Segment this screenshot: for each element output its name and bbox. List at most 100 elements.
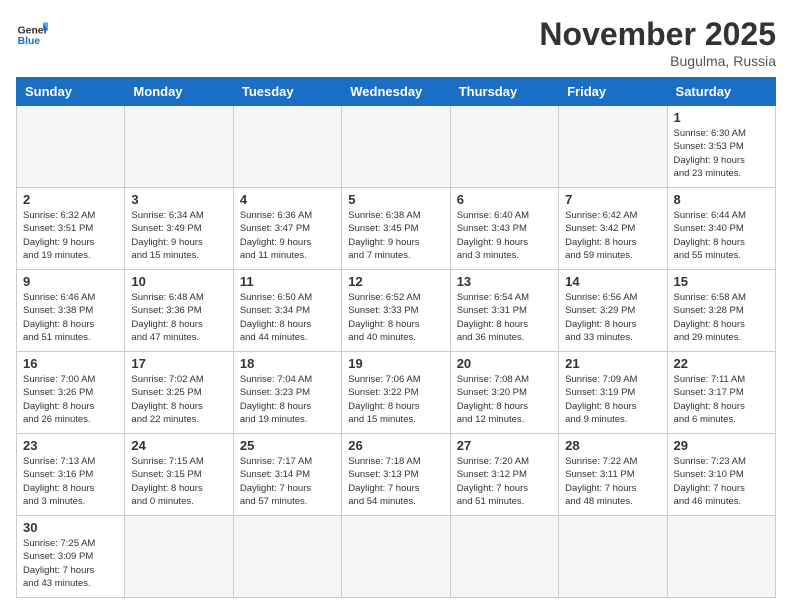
day-info: Sunrise: 7:18 AM Sunset: 3:13 PM Dayligh…	[348, 455, 443, 508]
day-info: Sunrise: 6:38 AM Sunset: 3:45 PM Dayligh…	[348, 209, 443, 262]
day-info: Sunrise: 7:00 AM Sunset: 3:26 PM Dayligh…	[23, 373, 118, 426]
day-info: Sunrise: 6:58 AM Sunset: 3:28 PM Dayligh…	[674, 291, 769, 344]
calendar-cell: 2Sunrise: 6:32 AM Sunset: 3:51 PM Daylig…	[17, 188, 125, 270]
calendar-cell: 12 Sunrise: 6:52 AM Sunset: 3:33 PM Dayli…	[342, 270, 450, 352]
day-info: Sunrise: 6:52 AM Sunset: 3:33 PM Dayligh…	[348, 291, 443, 344]
day-number: 23	[23, 438, 118, 453]
day-number: 18	[240, 356, 335, 371]
day-info: Sunrise: 7:02 AM Sunset: 3:25 PM Dayligh…	[131, 373, 226, 426]
day-header-wednesday: Wednesday	[342, 78, 450, 106]
day-header-tuesday: Tuesday	[233, 78, 341, 106]
day-number: 12	[348, 274, 443, 289]
week-row-4: 16 Sunrise: 7:00 AM Sunset: 3:26 PM Dayli…	[17, 352, 776, 434]
day-number: 25	[240, 438, 335, 453]
day-header-thursday: Thursday	[450, 78, 558, 106]
calendar-cell: 15Sunrise: 6:58 AM Sunset: 3:28 PM Dayli…	[667, 270, 775, 352]
page-header: General Blue November 2025 Bugulma, Russ…	[16, 16, 776, 69]
day-number: 13	[457, 274, 552, 289]
location: Bugulma, Russia	[539, 53, 776, 69]
calendar-cell	[17, 106, 125, 188]
day-info: Sunrise: 6:30 AM Sunset: 3:53 PM Dayligh…	[674, 127, 769, 180]
calendar-cell: 29 Sunrise: 7:23 AM Sunset: 3:10 PM Dayli…	[667, 434, 775, 516]
calendar-cell: 14Sunrise: 6:56 AM Sunset: 3:29 PM Dayli…	[559, 270, 667, 352]
calendar-cell: 24 Sunrise: 7:15 AM Sunset: 3:15 PM Dayli…	[125, 434, 233, 516]
day-number: 16	[23, 356, 118, 371]
calendar-cell	[450, 106, 558, 188]
day-number: 20	[457, 356, 552, 371]
day-info: Sunrise: 7:20 AM Sunset: 3:12 PM Dayligh…	[457, 455, 552, 508]
logo-icon: General Blue	[16, 16, 48, 48]
day-info: Sunrise: 7:11 AM Sunset: 3:17 PM Dayligh…	[674, 373, 769, 426]
day-number: 21	[565, 356, 660, 371]
day-number: 26	[348, 438, 443, 453]
day-number: 7	[565, 192, 660, 207]
day-header-monday: Monday	[125, 78, 233, 106]
day-info: Sunrise: 6:32 AM Sunset: 3:51 PM Dayligh…	[23, 209, 118, 262]
day-info: Sunrise: 7:15 AM Sunset: 3:15 PM Dayligh…	[131, 455, 226, 508]
day-info: Sunrise: 6:40 AM Sunset: 3:43 PM Dayligh…	[457, 209, 552, 262]
logo: General Blue	[16, 16, 48, 48]
day-info: Sunrise: 6:48 AM Sunset: 3:36 PM Dayligh…	[131, 291, 226, 344]
day-info: Sunrise: 7:17 AM Sunset: 3:14 PM Dayligh…	[240, 455, 335, 508]
week-row-5: 23 Sunrise: 7:13 AM Sunset: 3:16 PM Dayli…	[17, 434, 776, 516]
calendar-cell: 5Sunrise: 6:38 AM Sunset: 3:45 PM Daylig…	[342, 188, 450, 270]
calendar-cell: 19 Sunrise: 7:06 AM Sunset: 3:22 PM Dayli…	[342, 352, 450, 434]
week-row-6: 30Sunrise: 7:25 AM Sunset: 3:09 PM Dayli…	[17, 516, 776, 598]
calendar-cell: 30Sunrise: 7:25 AM Sunset: 3:09 PM Dayli…	[17, 516, 125, 598]
day-info: Sunrise: 7:08 AM Sunset: 3:20 PM Dayligh…	[457, 373, 552, 426]
day-number: 6	[457, 192, 552, 207]
calendar-cell	[125, 106, 233, 188]
day-info: Sunrise: 7:04 AM Sunset: 3:23 PM Dayligh…	[240, 373, 335, 426]
day-info: Sunrise: 6:44 AM Sunset: 3:40 PM Dayligh…	[674, 209, 769, 262]
calendar-cell: 23 Sunrise: 7:13 AM Sunset: 3:16 PM Dayli…	[17, 434, 125, 516]
day-info: Sunrise: 7:23 AM Sunset: 3:10 PM Dayligh…	[674, 455, 769, 508]
day-number: 11	[240, 274, 335, 289]
day-info: Sunrise: 6:46 AM Sunset: 3:38 PM Dayligh…	[23, 291, 118, 344]
calendar-cell	[125, 516, 233, 598]
day-number: 29	[674, 438, 769, 453]
day-info: Sunrise: 7:09 AM Sunset: 3:19 PM Dayligh…	[565, 373, 660, 426]
calendar-header-row: SundayMondayTuesdayWednesdayThursdayFrid…	[17, 78, 776, 106]
day-info: Sunrise: 7:13 AM Sunset: 3:16 PM Dayligh…	[23, 455, 118, 508]
day-number: 14	[565, 274, 660, 289]
day-header-saturday: Saturday	[667, 78, 775, 106]
calendar-cell: 25 Sunrise: 7:17 AM Sunset: 3:14 PM Dayli…	[233, 434, 341, 516]
day-info: Sunrise: 6:36 AM Sunset: 3:47 PM Dayligh…	[240, 209, 335, 262]
day-number: 22	[674, 356, 769, 371]
calendar-cell: 28Sunrise: 7:22 AM Sunset: 3:11 PM Dayli…	[559, 434, 667, 516]
title-block: November 2025 Bugulma, Russia	[539, 16, 776, 69]
calendar-cell: 18 Sunrise: 7:04 AM Sunset: 3:23 PM Dayli…	[233, 352, 341, 434]
day-number: 28	[565, 438, 660, 453]
month-title: November 2025	[539, 16, 776, 53]
week-row-3: 9Sunrise: 6:46 AM Sunset: 3:38 PM Daylig…	[17, 270, 776, 352]
calendar-cell: 8 Sunrise: 6:44 AM Sunset: 3:40 PM Daylig…	[667, 188, 775, 270]
calendar-cell: 3Sunrise: 6:34 AM Sunset: 3:49 PM Daylig…	[125, 188, 233, 270]
day-number: 19	[348, 356, 443, 371]
day-info: Sunrise: 6:34 AM Sunset: 3:49 PM Dayligh…	[131, 209, 226, 262]
calendar-cell: 22 Sunrise: 7:11 AM Sunset: 3:17 PM Dayli…	[667, 352, 775, 434]
calendar-cell: 17Sunrise: 7:02 AM Sunset: 3:25 PM Dayli…	[125, 352, 233, 434]
day-info: Sunrise: 7:06 AM Sunset: 3:22 PM Dayligh…	[348, 373, 443, 426]
calendar-cell: 16 Sunrise: 7:00 AM Sunset: 3:26 PM Dayli…	[17, 352, 125, 434]
calendar-cell	[342, 516, 450, 598]
calendar-cell: 4Sunrise: 6:36 AM Sunset: 3:47 PM Daylig…	[233, 188, 341, 270]
calendar-cell: 11 Sunrise: 6:50 AM Sunset: 3:34 PM Dayli…	[233, 270, 341, 352]
calendar-cell	[233, 516, 341, 598]
day-info: Sunrise: 6:54 AM Sunset: 3:31 PM Dayligh…	[457, 291, 552, 344]
day-number: 8	[674, 192, 769, 207]
calendar-cell: 13 Sunrise: 6:54 AM Sunset: 3:31 PM Dayli…	[450, 270, 558, 352]
calendar-table: SundayMondayTuesdayWednesdayThursdayFrid…	[16, 77, 776, 598]
calendar-cell	[667, 516, 775, 598]
day-header-sunday: Sunday	[17, 78, 125, 106]
calendar-cell	[342, 106, 450, 188]
day-info: Sunrise: 6:42 AM Sunset: 3:42 PM Dayligh…	[565, 209, 660, 262]
calendar-cell: 26 Sunrise: 7:18 AM Sunset: 3:13 PM Dayli…	[342, 434, 450, 516]
calendar-cell: 7 Sunrise: 6:42 AM Sunset: 3:42 PM Daylig…	[559, 188, 667, 270]
day-info: Sunrise: 7:25 AM Sunset: 3:09 PM Dayligh…	[23, 537, 118, 590]
calendar-cell	[233, 106, 341, 188]
day-number: 10	[131, 274, 226, 289]
week-row-2: 2Sunrise: 6:32 AM Sunset: 3:51 PM Daylig…	[17, 188, 776, 270]
day-number: 24	[131, 438, 226, 453]
calendar-cell: 1Sunrise: 6:30 AM Sunset: 3:53 PM Daylig…	[667, 106, 775, 188]
day-info: Sunrise: 6:50 AM Sunset: 3:34 PM Dayligh…	[240, 291, 335, 344]
